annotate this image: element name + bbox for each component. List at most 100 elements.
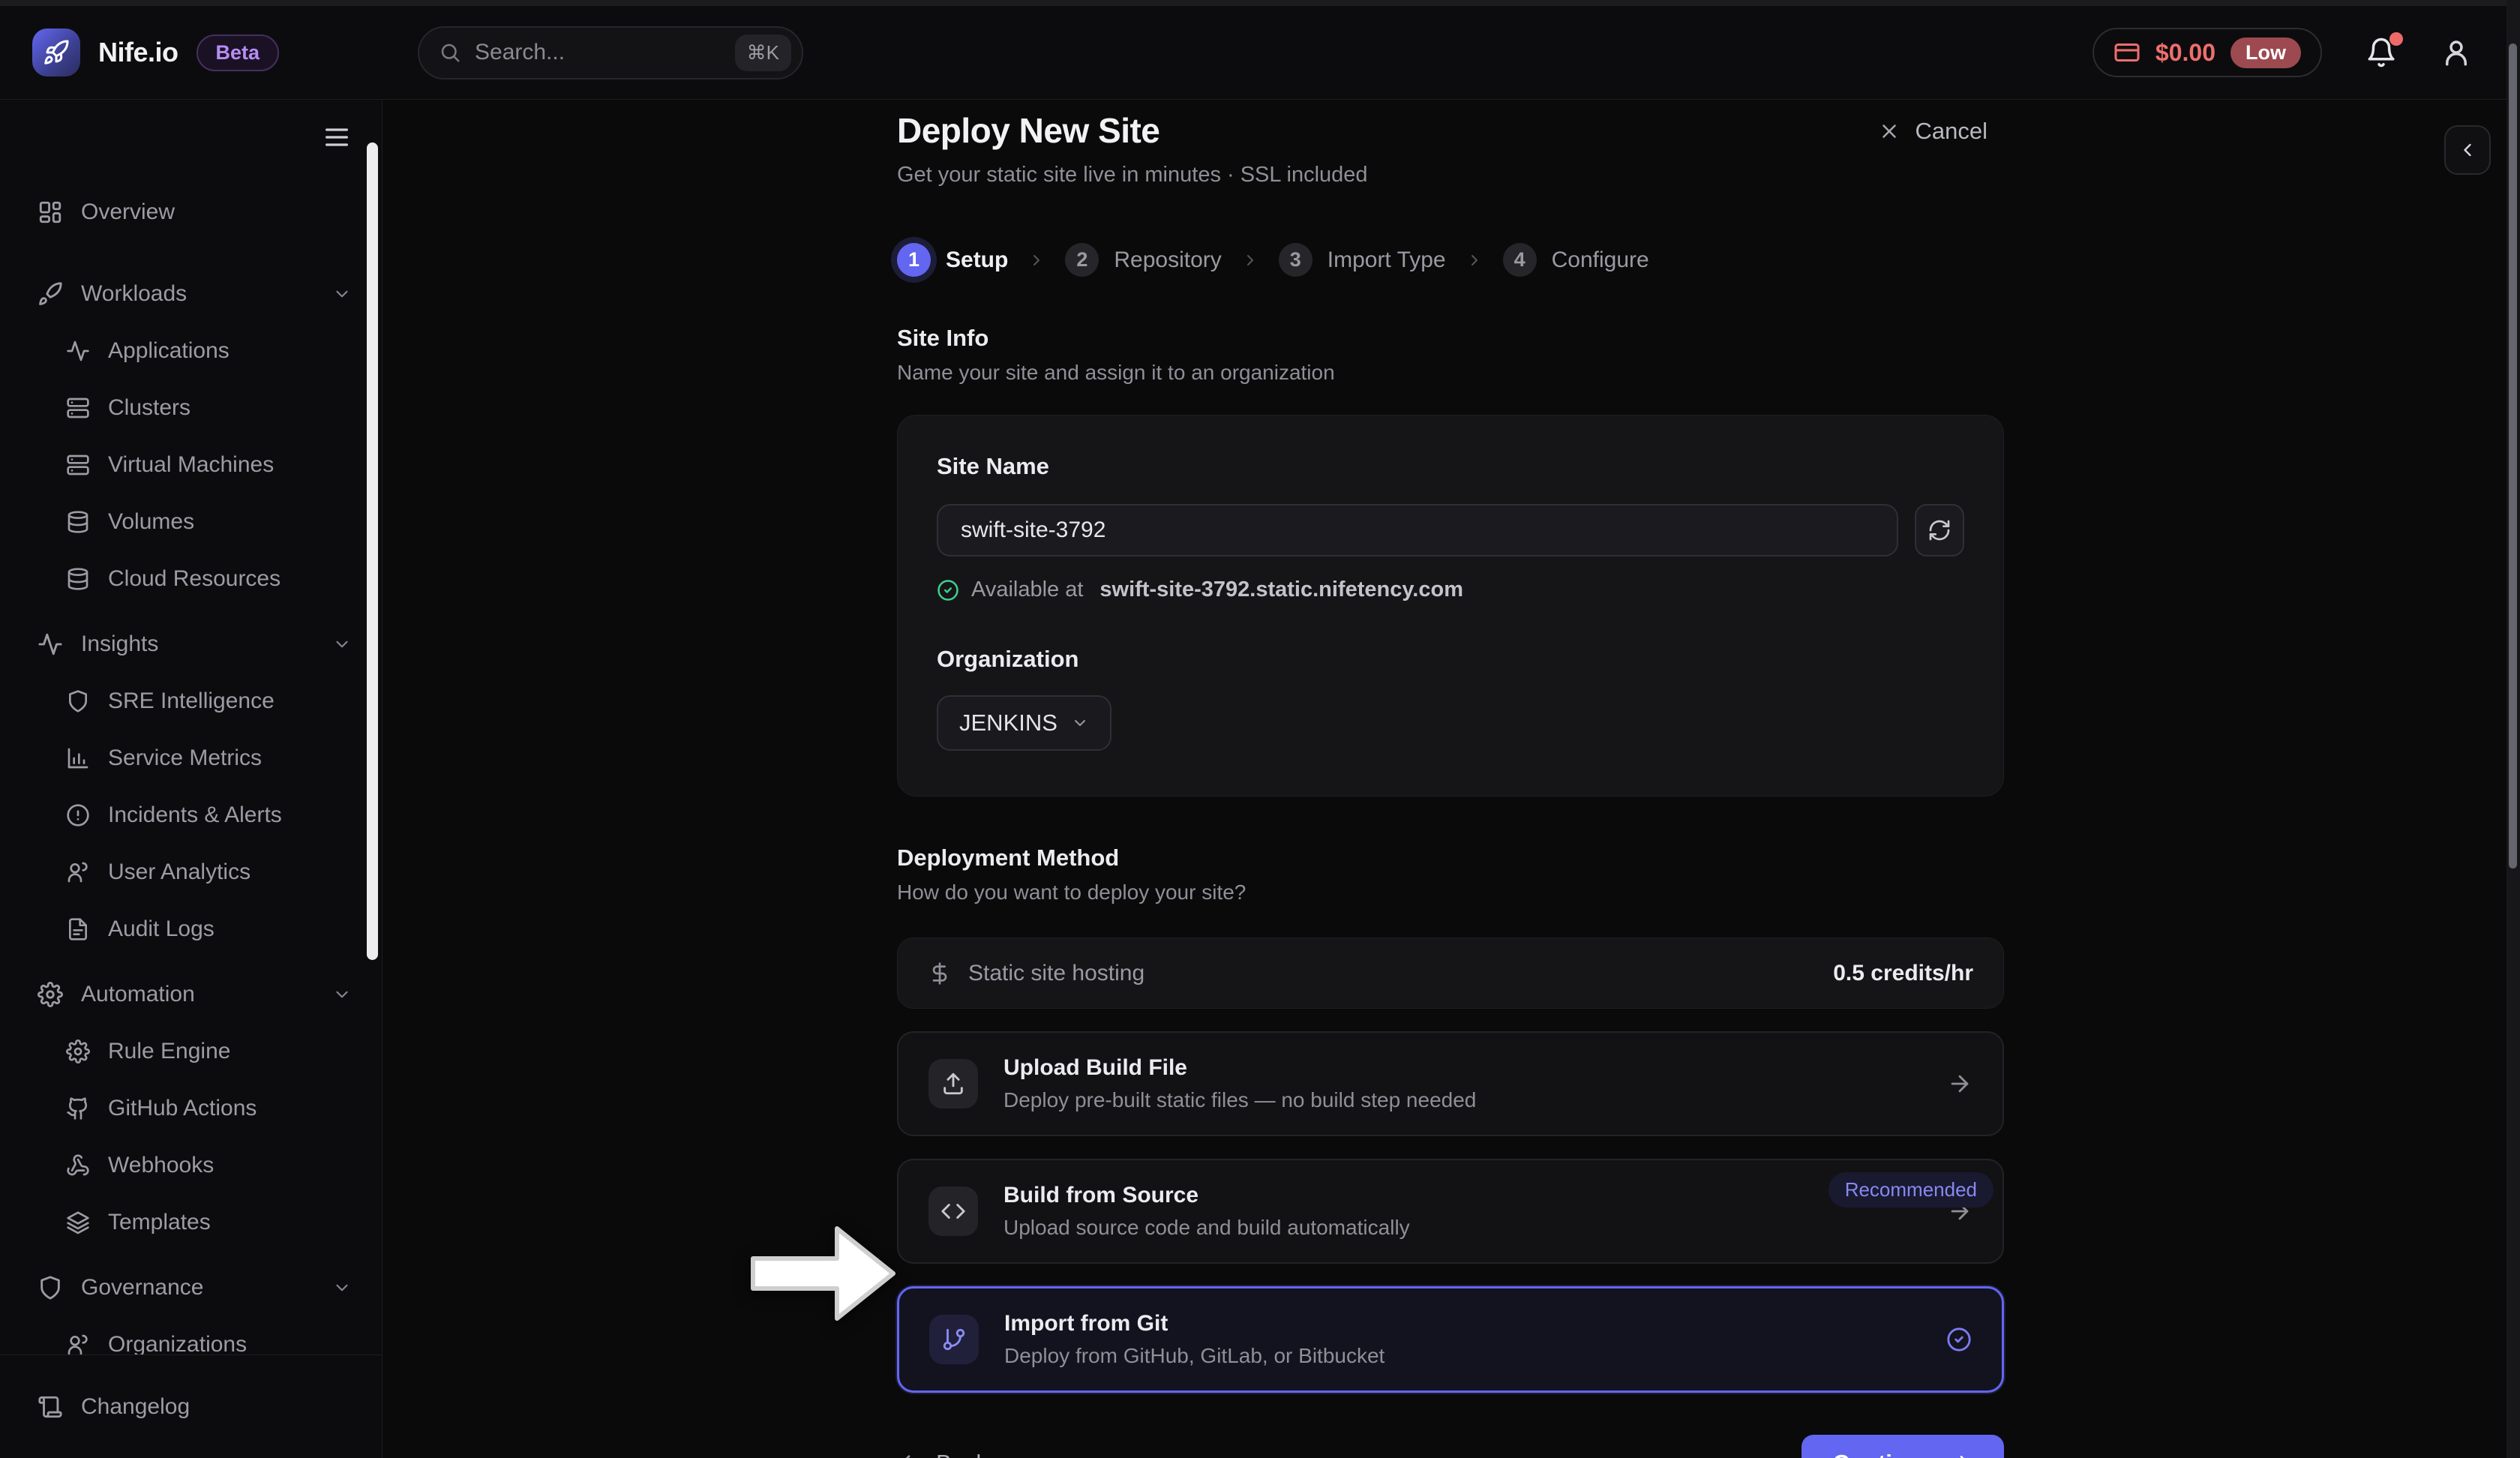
step-label: Configure — [1552, 248, 1649, 273]
sidebar-item-label: Workloads — [81, 281, 187, 307]
option-texts: Import from Git Deploy from GitHub, GitL… — [1004, 1311, 1384, 1368]
sidebar-item-label: Cloud Resources — [108, 566, 280, 592]
search-icon — [439, 41, 461, 64]
sidebar-collapse-button[interactable] — [322, 122, 352, 152]
sidebar-item-github-actions[interactable]: GitHub Actions — [0, 1080, 382, 1137]
search-shortcut-kbd: ⌘K — [735, 34, 791, 71]
site-name-input[interactable] — [937, 504, 1898, 556]
scrollbar-thumb[interactable] — [2509, 44, 2517, 868]
sidebar-item-sre-intelligence[interactable]: SRE Intelligence — [0, 673, 382, 730]
cancel-button[interactable]: Cancel — [1878, 118, 1988, 145]
option-build-from-source[interactable]: Build from Source Upload source code and… — [897, 1159, 2004, 1264]
shield-icon — [66, 689, 90, 713]
arrow-right-icon — [1947, 1071, 1972, 1096]
step-number: 3 — [1279, 243, 1312, 277]
sidebar-item-rule-engine[interactable]: Rule Engine — [0, 1023, 382, 1080]
activity-icon — [66, 339, 90, 363]
git-branch-icon — [929, 1315, 979, 1364]
option-upload-build-file[interactable]: Upload Build File Deploy pre-built stati… — [897, 1031, 2004, 1136]
sidebar: Overview Workloads Applications Clusters… — [0, 100, 382, 1458]
chevron-down-icon — [332, 634, 352, 654]
chevron-down-icon — [1071, 714, 1089, 732]
webhook-icon — [66, 1154, 90, 1178]
organization-select[interactable]: JENKINS — [937, 695, 1112, 751]
credits-pill[interactable]: $0.00 Low — [2092, 28, 2322, 77]
users-icon — [66, 860, 90, 884]
option-texts: Build from Source Upload source code and… — [1004, 1183, 1410, 1240]
chevron-left-icon — [2457, 140, 2478, 160]
step-setup[interactable]: 1 Setup — [897, 243, 1008, 277]
sidebar-item-audit-logs[interactable]: Audit Logs — [0, 901, 382, 958]
sidebar-item-label: Rule Engine — [108, 1039, 230, 1064]
dollar-icon — [928, 962, 952, 986]
credits-level-badge: Low — [2230, 38, 2301, 68]
step-configure[interactable]: 4 Configure — [1503, 243, 1649, 277]
chevron-down-icon — [332, 284, 352, 304]
sidebar-item-insights[interactable]: Insights — [0, 616, 382, 673]
account-button[interactable] — [2440, 37, 2472, 68]
sidebar-item-label: Clusters — [108, 395, 190, 421]
option-import-from-git[interactable]: Import from Git Deploy from GitHub, GitL… — [897, 1286, 2004, 1393]
search-input[interactable] — [475, 40, 722, 65]
sidebar-item-applications[interactable]: Applications — [0, 322, 382, 380]
nife-logo[interactable] — [32, 28, 80, 76]
sidebar-item-organizations[interactable]: Organizations — [0, 1316, 382, 1354]
dashboard-icon — [38, 200, 63, 225]
step-number: 4 — [1503, 243, 1537, 277]
browser-edge-strip — [0, 0, 2520, 6]
sidebar-item-incidents-alerts[interactable]: Incidents & Alerts — [0, 787, 382, 844]
sidebar-item-governance[interactable]: Governance — [0, 1259, 382, 1316]
sidebar-item-label: GitHub Actions — [108, 1096, 256, 1121]
sidebar-item-virtual-machines[interactable]: Virtual Machines — [0, 436, 382, 494]
sidebar-item-templates[interactable]: Templates — [0, 1194, 382, 1251]
option-texts: Upload Build File Deploy pre-built stati… — [1004, 1055, 1476, 1112]
sidebar-item-automation[interactable]: Automation — [0, 966, 382, 1023]
sidebar-item-user-analytics[interactable]: User Analytics — [0, 844, 382, 901]
refresh-icon — [1928, 518, 1952, 542]
rocket-icon — [43, 39, 70, 66]
availability-status: Available at swift-site-3792.static.nife… — [937, 578, 1964, 602]
continue-button[interactable]: Continue — [1802, 1435, 2004, 1458]
activity-icon — [38, 632, 63, 657]
sidebar-item-label: SRE Intelligence — [108, 688, 274, 714]
sidebar-item-label: Audit Logs — [108, 916, 214, 942]
sidebar-item-overview[interactable]: Overview — [0, 184, 382, 241]
regenerate-name-button[interactable] — [1915, 504, 1964, 556]
sidebar-item-cloud-resources[interactable]: Cloud Resources — [0, 550, 382, 608]
availability-prefix: Available at — [971, 578, 1083, 602]
sidebar-item-label: Volumes — [108, 509, 194, 535]
alert-circle-icon — [66, 803, 90, 827]
sidebar-footer: Changelog — [0, 1354, 382, 1458]
chevron-right-icon — [1241, 251, 1259, 269]
sidebar-item-changelog[interactable]: Changelog — [0, 1378, 382, 1436]
option-title: Upload Build File — [1004, 1055, 1476, 1081]
sidebar-item-service-metrics[interactable]: Service Metrics — [0, 730, 382, 787]
back-button[interactable]: Back — [897, 1450, 988, 1458]
selected-check-icon — [1946, 1327, 1972, 1352]
continue-label: Continue — [1833, 1450, 1934, 1458]
beta-badge: Beta — [196, 34, 280, 71]
bar-chart-icon — [66, 746, 90, 770]
sidebar-item-volumes[interactable]: Volumes — [0, 494, 382, 550]
window-scrollbar[interactable] — [2506, 0, 2520, 1458]
step-number: 2 — [1065, 243, 1099, 277]
sidebar-item-label: Webhooks — [108, 1153, 214, 1178]
sidebar-item-clusters[interactable]: Clusters — [0, 380, 382, 436]
chevron-right-icon — [1028, 251, 1046, 269]
step-repository[interactable]: 2 Repository — [1065, 243, 1221, 277]
scroll-icon — [38, 1394, 63, 1420]
notifications-button[interactable] — [2366, 37, 2397, 68]
step-import-type[interactable]: 3 Import Type — [1279, 243, 1446, 277]
server-icon — [66, 396, 90, 420]
step-label: Import Type — [1328, 248, 1446, 273]
site-info-description: Name your site and assign it to an organ… — [897, 361, 2004, 385]
side-panel-toggle-button[interactable] — [2444, 125, 2491, 175]
global-search[interactable]: ⌘K — [418, 26, 803, 80]
sidebar-item-webhooks[interactable]: Webhooks — [0, 1137, 382, 1194]
sidebar-scrollbar[interactable] — [367, 142, 378, 960]
sidebar-item-workloads[interactable]: Workloads — [0, 266, 382, 322]
credit-card-icon — [2114, 39, 2140, 66]
users-icon — [66, 1333, 90, 1354]
pricing-label: Static site hosting — [968, 961, 1144, 986]
sidebar-nav: Overview Workloads Applications Clusters… — [0, 100, 382, 1354]
